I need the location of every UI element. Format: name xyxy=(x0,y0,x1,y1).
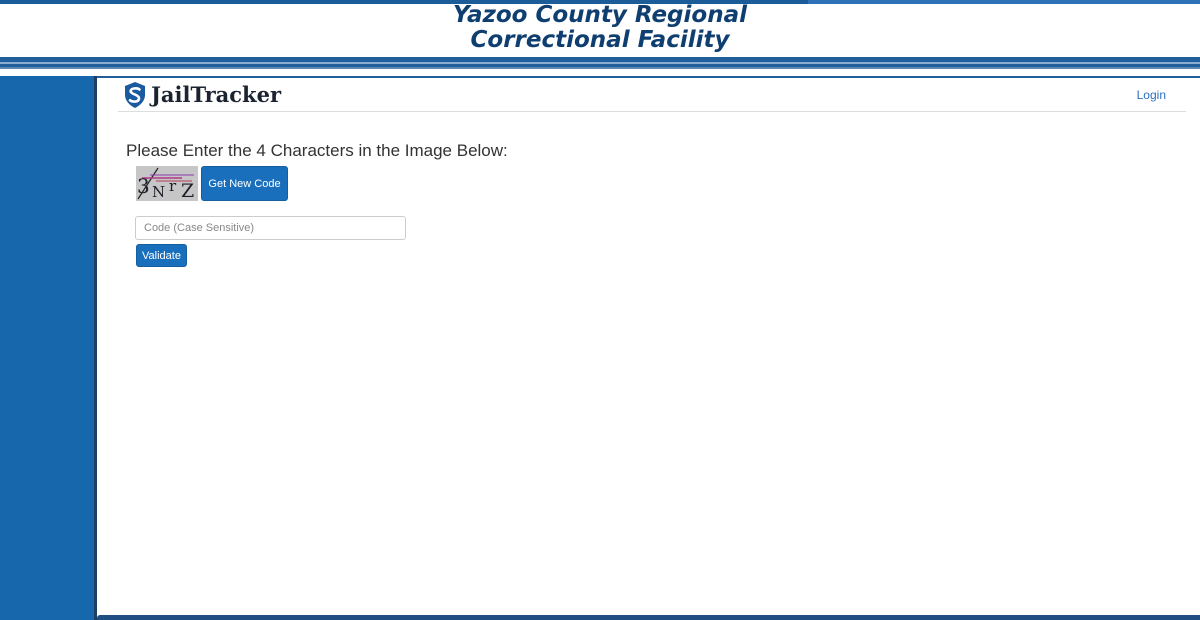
brand-prefix: Jail xyxy=(151,82,191,107)
validate-button[interactable]: Validate xyxy=(136,244,187,267)
captcha-code-input[interactable] xyxy=(135,216,406,240)
captcha-char-2: N xyxy=(152,183,165,201)
facility-title-line-1: Yazoo County Regional xyxy=(453,2,747,28)
jailtracker-logo[interactable]: JailTracker xyxy=(125,82,281,108)
facility-title-line-2: Correctional Facility xyxy=(470,27,730,53)
content-bottom-border xyxy=(97,615,1200,620)
get-new-code-button[interactable]: Get New Code xyxy=(201,166,288,201)
captcha-char-3: r xyxy=(169,177,177,195)
captcha-char-1: 3 xyxy=(137,174,150,198)
left-sidebar xyxy=(0,76,94,620)
captcha-graphic: 3 N r Z xyxy=(136,166,198,201)
banner-divider xyxy=(0,67,1200,69)
captcha-char-4: Z xyxy=(181,180,194,201)
captcha-image: 3 N r Z xyxy=(136,166,198,201)
brand-name: JailTracker xyxy=(151,82,281,108)
captcha-heading: Please Enter the 4 Characters in the Ima… xyxy=(126,141,508,160)
navbar: JailTracker Login xyxy=(118,78,1186,112)
site-banner: Yazoo County Regional Correctional Facil… xyxy=(0,0,1200,76)
login-link[interactable]: Login xyxy=(1137,88,1166,102)
shield-logo-icon xyxy=(125,82,145,108)
facility-title: Yazoo County Regional Correctional Facil… xyxy=(0,3,1200,53)
sidebar-border xyxy=(94,76,97,620)
brand-suffix: Tracker xyxy=(190,82,282,107)
